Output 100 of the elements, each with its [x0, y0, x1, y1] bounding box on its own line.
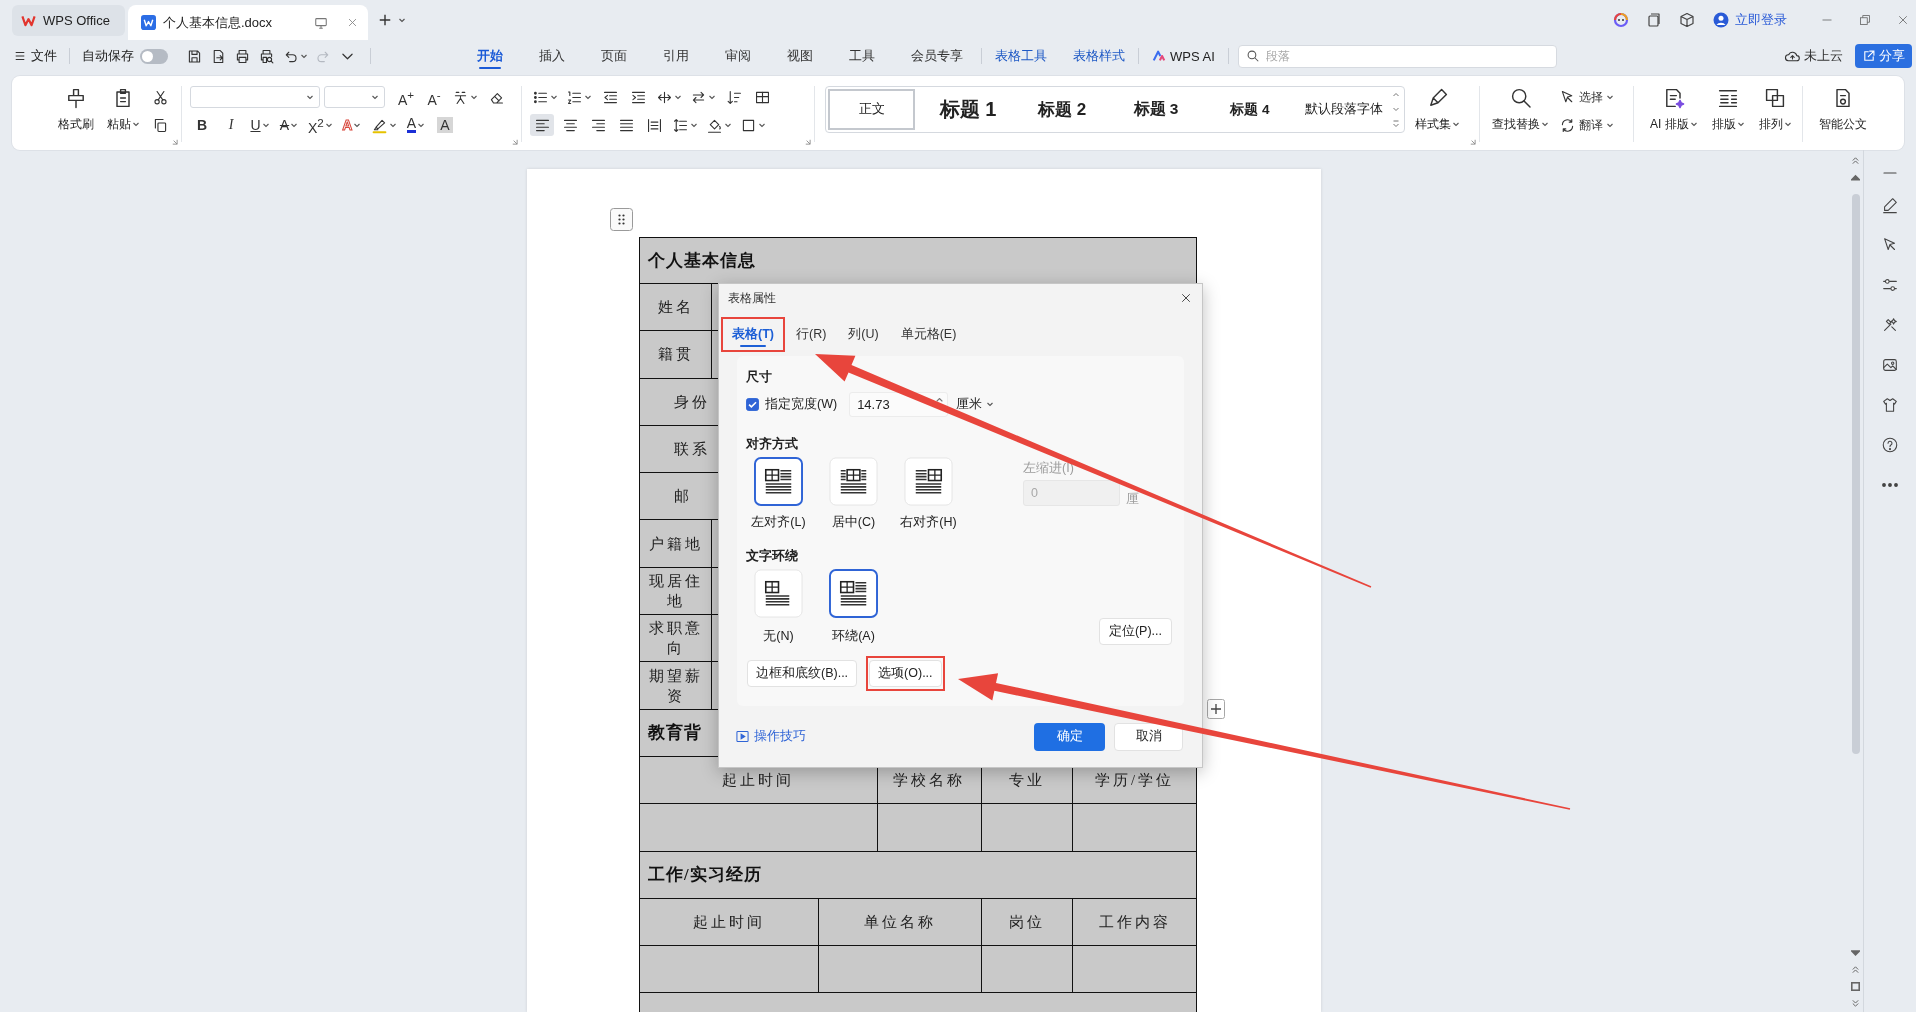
alignment-option[interactable]: 左对齐(L) [751, 457, 806, 531]
character-shading-button[interactable]: A [432, 114, 457, 136]
caret-down-icon[interactable] [1851, 948, 1860, 957]
smart-document-button[interactable]: 智能公文 [1815, 86, 1871, 136]
cloud-button[interactable]: 未上云 [1784, 47, 1843, 65]
unit-dropdown[interactable]: 厘米 [956, 395, 995, 413]
caret-up-icon[interactable] [1851, 173, 1860, 182]
more-icon[interactable] [1882, 483, 1898, 487]
ribbon-tab[interactable]: 页面 [583, 40, 645, 72]
ai-layout-button[interactable]: AI 排版 [1646, 86, 1702, 136]
ribbon-tab[interactable]: 开始 [459, 40, 521, 72]
paste-button[interactable]: 粘贴 [101, 86, 145, 136]
font-size-field[interactable] [324, 86, 385, 108]
underline-button[interactable]: U [248, 114, 272, 136]
dialog-tab[interactable]: 列(U) [848, 321, 879, 347]
align-left-button[interactable] [530, 114, 554, 136]
ribbon-tab[interactable]: 表格样式 [1060, 40, 1138, 72]
table-cell: 求职意向 [640, 615, 712, 663]
cube-icon[interactable] [1679, 12, 1695, 28]
style-item[interactable]: 标题 2 [1015, 89, 1109, 130]
alignment-option[interactable]: 居中(C) [829, 457, 878, 531]
style-item[interactable]: 标题 4 [1203, 89, 1297, 130]
launcher-icon[interactable] [1469, 138, 1476, 145]
dialog-button[interactable]: 选项(O)... [869, 660, 942, 687]
select-button[interactable]: 选择 [1559, 86, 1614, 108]
move-handle-icon[interactable] [610, 208, 633, 231]
checkbox-label[interactable]: 指定宽度(W) [765, 395, 838, 413]
launcher-icon[interactable] [511, 138, 518, 145]
toggle-switch[interactable] [140, 48, 168, 64]
italic-button[interactable]: I [219, 114, 243, 136]
file-menu-button[interactable]: 文件 [14, 47, 57, 65]
launcher-icon[interactable] [804, 138, 811, 145]
table-cell: 邮 [640, 473, 718, 521]
pen-icon[interactable] [1881, 196, 1899, 214]
restore-icon[interactable] [1859, 14, 1871, 26]
format-painter-button[interactable]: 格式刷 [54, 86, 98, 136]
alignment-option[interactable]: 右对齐(H) [900, 457, 957, 531]
table-cell: 户籍地 [640, 520, 712, 568]
dialog-tab[interactable]: 行(R) [795, 321, 827, 347]
share-button[interactable]: 分享 [1855, 44, 1912, 68]
sliders-icon[interactable] [1881, 276, 1899, 294]
style-item[interactable]: 默认段落字体 [1297, 89, 1391, 130]
caret-icon[interactable] [398, 16, 406, 24]
caret-icon [371, 93, 379, 101]
cancel-button[interactable]: 取消 [1114, 722, 1183, 751]
monitor-icon[interactable] [314, 15, 328, 30]
ribbon-tab[interactable]: 会员专享 [893, 40, 981, 72]
close-icon[interactable] [1897, 14, 1909, 26]
wrapping-option[interactable]: 无(N) [754, 569, 803, 645]
ring-icon[interactable] [1613, 12, 1629, 28]
translate-button[interactable]: 翻译 [1559, 114, 1614, 136]
help-icon[interactable] [1881, 436, 1899, 454]
launcher-icon[interactable] [171, 138, 178, 145]
ribbon-tab[interactable]: 引用 [645, 40, 707, 72]
find-replace-button[interactable]: 查找替换 [1488, 86, 1553, 136]
dialog-tab[interactable]: 单元格(E) [900, 321, 957, 347]
font-color-button[interactable]: A [403, 114, 428, 136]
windows-icon[interactable] [1646, 12, 1662, 28]
shirt-icon[interactable] [1881, 396, 1899, 414]
style-item[interactable]: 标题 1 [921, 89, 1015, 130]
style-item[interactable]: 正文 [828, 89, 915, 130]
tips-link[interactable]: 操作技巧 [736, 728, 806, 745]
search-field[interactable]: 段落 [1237, 44, 1557, 68]
ribbon-tab[interactable]: 审阅 [707, 40, 769, 72]
login-link[interactable]: 立即登录 [1713, 11, 1787, 29]
position-button[interactable]: 定位(P)... [1099, 618, 1172, 645]
plus-icon[interactable] [378, 13, 392, 27]
dialog-tab[interactable]: 表格(T) [732, 321, 774, 347]
dialog-button[interactable]: 边框和底纹(B)... [747, 660, 858, 687]
checkbox[interactable] [746, 397, 759, 411]
double-caret-up-icon[interactable] [1851, 965, 1860, 974]
superscript-button[interactable]: X$^{2}$ [306, 114, 335, 136]
ok-button[interactable]: 确定 [1034, 722, 1105, 751]
strikethrough-button[interactable]: A [277, 114, 301, 136]
tools-icon[interactable] [1881, 316, 1899, 334]
section-heading: 文字环绕 [746, 547, 798, 565]
scrollbar[interactable] [1851, 194, 1860, 754]
table-cell: 工作内容 [1073, 898, 1197, 947]
document-tab[interactable]: 个人基本信息.docx [128, 5, 368, 40]
ribbon-tab[interactable]: 插入 [521, 40, 583, 72]
double-caret-down-icon[interactable] [1851, 999, 1860, 1008]
ribbon-tab[interactable]: WPS AI [1139, 40, 1228, 72]
typeset-button[interactable]: 排版 [1707, 86, 1749, 136]
font-name-field[interactable] [190, 86, 320, 108]
wrapping-option[interactable]: 环绕(A) [829, 569, 878, 645]
arrange-button[interactable]: 排列 [1754, 86, 1796, 136]
bold-button[interactable]: B [190, 114, 214, 136]
ribbon-tab[interactable]: 工具 [831, 40, 893, 72]
ribbon-tab[interactable]: 表格工具 [982, 40, 1060, 72]
style-item[interactable]: 标题 3 [1109, 89, 1203, 130]
image-icon[interactable] [1881, 356, 1899, 374]
grow-font-button[interactable]: A$^{+}$ [394, 86, 418, 108]
ribbon-tab[interactable]: 视图 [769, 40, 831, 72]
plus-icon[interactable] [1207, 699, 1225, 719]
style-set-button[interactable]: 样式集 [1411, 86, 1464, 136]
close-icon[interactable] [1180, 292, 1192, 304]
double-caret-up-icon[interactable] [1851, 156, 1860, 165]
caret-up-icon[interactable] [936, 397, 944, 402]
shrink-font-button[interactable]: A$^{-}$ [422, 86, 446, 108]
app-tab[interactable]: WPS Office [12, 4, 125, 36]
